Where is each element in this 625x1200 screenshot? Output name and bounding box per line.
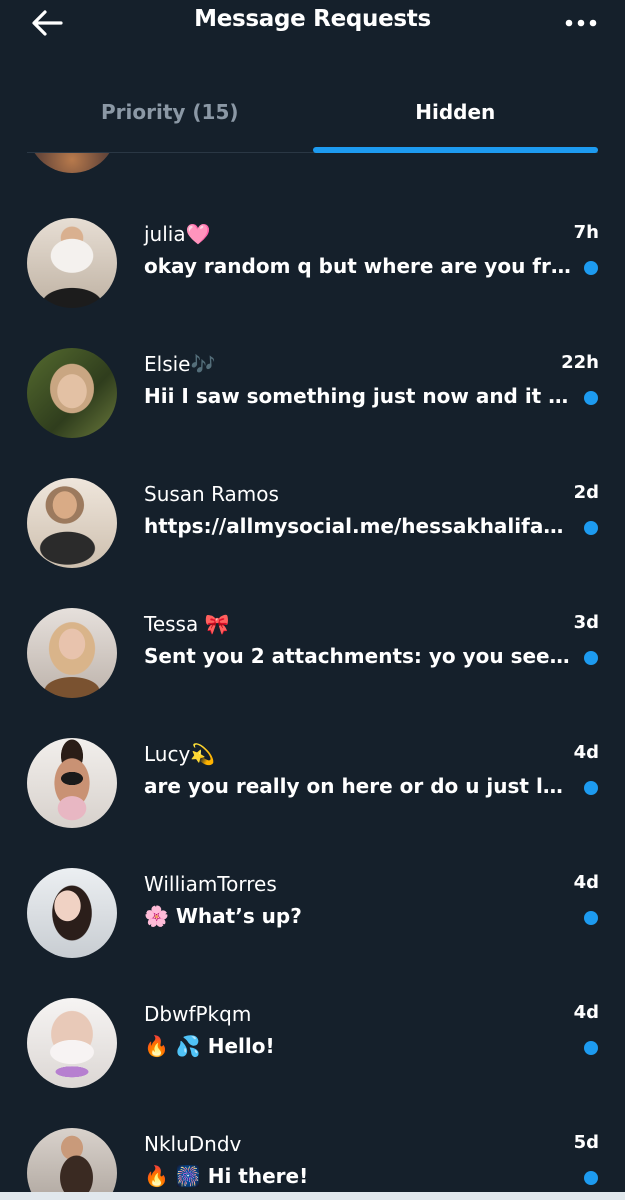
sender-name: Tessa 🎀 — [144, 612, 230, 636]
avatar — [27, 868, 117, 958]
avatar — [27, 998, 117, 1088]
message-time: 22h — [561, 352, 599, 373]
unread-dot-icon — [584, 781, 598, 795]
message-time: 3d — [573, 612, 599, 633]
tab-bar: Priority (15) Hidden — [27, 78, 598, 153]
bottom-bar — [0, 1192, 625, 1200]
sender-name: WilliamTorres — [144, 872, 277, 896]
unread-dot-icon — [584, 521, 598, 535]
message-preview: https://allmysocial.me/hessakhalifa?ref=… — [144, 514, 574, 538]
message-preview: okay random q but where are you from — [144, 254, 574, 278]
page-title: Message Requests — [194, 6, 431, 32]
avatar — [27, 218, 117, 308]
avatar — [27, 608, 117, 698]
sender-name: Lucy💫 — [144, 742, 216, 766]
sender-name: julia🩷 — [144, 222, 211, 246]
message-preview: Hii I saw something just now and it stop… — [144, 384, 574, 408]
avatar — [27, 1128, 117, 1192]
sender-name: Susan Ramos — [144, 482, 279, 506]
more-options-button[interactable] — [563, 12, 599, 34]
message-preview: 🔥 🎆 Hi there! — [144, 1164, 309, 1188]
more-horizontal-icon — [565, 19, 597, 27]
tab-priority-label: Priority (15) — [100, 100, 239, 124]
list-item[interactable]: NkluDndv 5d 🔥 🎆 Hi there! — [0, 1128, 625, 1192]
tab-hidden[interactable]: Hidden — [313, 78, 599, 150]
message-preview: 🔥 💦 Hello! — [144, 1034, 275, 1058]
tab-priority[interactable]: Priority (15) — [27, 78, 313, 150]
tab-hidden-label: Hidden — [415, 100, 496, 124]
message-time: 4d — [573, 1002, 599, 1023]
unread-dot-icon — [584, 651, 598, 665]
message-preview: are you really on here or do u just lurk… — [144, 774, 574, 798]
avatar — [27, 738, 117, 828]
message-time: 5d — [573, 1132, 599, 1153]
list-item[interactable]: WilliamTorres 4d 🌸 What’s up? — [0, 868, 625, 998]
avatar — [27, 153, 117, 173]
message-preview: Sent you 2 attachments: yo you seem nice — [144, 644, 574, 668]
list-item[interactable]: Susan Ramos 2d https://allmysocial.me/he… — [0, 478, 625, 608]
unread-dot-icon — [584, 1171, 598, 1185]
top-app-bar: Message Requests — [0, 0, 625, 50]
message-request-list[interactable]: julia🩷 7h okay random q but where are yo… — [0, 153, 625, 1192]
unread-dot-icon — [584, 261, 598, 275]
list-item[interactable]: Elsie🎶 22h Hii I saw something just now … — [0, 348, 625, 478]
list-item[interactable]: Lucy💫 4d are you really on here or do u … — [0, 738, 625, 868]
unread-dot-icon — [584, 911, 598, 925]
message-time: 2d — [573, 482, 599, 503]
message-preview: 🌸 What’s up? — [144, 904, 302, 928]
sender-name: Elsie🎶 — [144, 352, 216, 376]
avatar — [27, 348, 117, 438]
sender-name: DbwfPkqm — [144, 1002, 252, 1026]
list-item[interactable]: julia🩷 7h okay random q but where are yo… — [0, 218, 625, 348]
unread-dot-icon — [584, 391, 598, 405]
message-time: 4d — [573, 872, 599, 893]
sender-name: NkluDndv — [144, 1132, 242, 1156]
list-item[interactable]: DbwfPkqm 4d 🔥 💦 Hello! — [0, 998, 625, 1128]
message-time: 4d — [573, 742, 599, 763]
avatar — [27, 478, 117, 568]
list-item[interactable]: Tessa 🎀 3d Sent you 2 attachments: yo yo… — [0, 608, 625, 738]
unread-dot-icon — [584, 1041, 598, 1055]
message-time: 7h — [573, 222, 599, 243]
